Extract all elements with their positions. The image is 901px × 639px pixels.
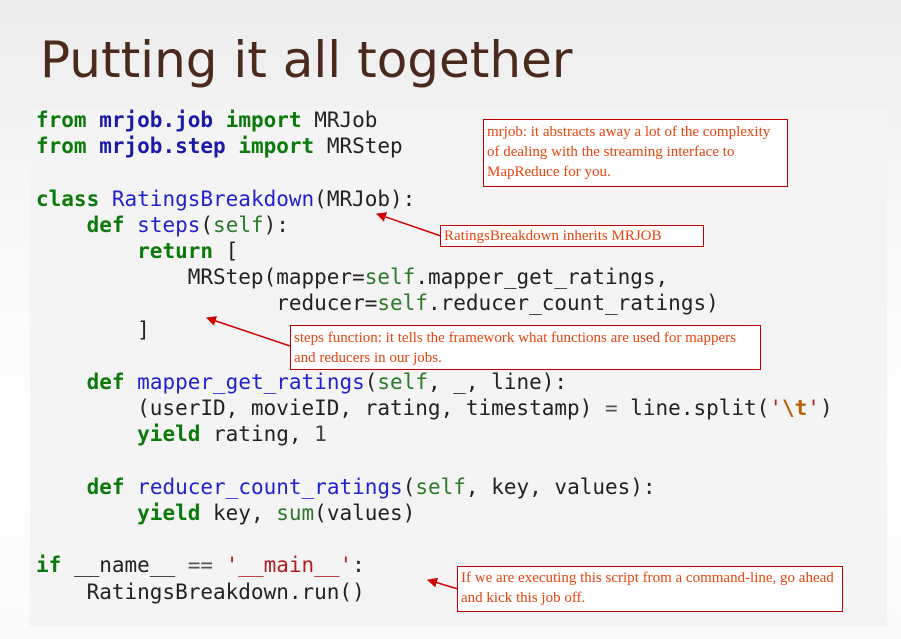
arrow-inherits: [376, 212, 442, 237]
arrow-steps: [206, 316, 291, 347]
annotation-arrows: [206, 212, 459, 590]
arrow-main: [427, 577, 459, 590]
